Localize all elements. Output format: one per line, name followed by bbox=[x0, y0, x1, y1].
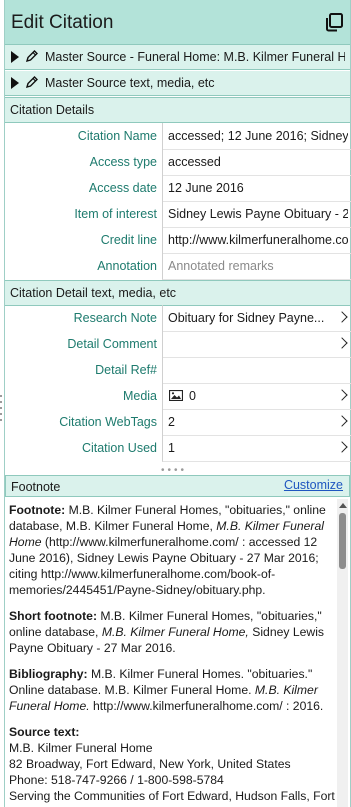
annotation-field[interactable]: Annotated remarks bbox=[162, 253, 351, 280]
bibliography-paragraph: Bibliography: M.B. Kilmer Funeral Homes.… bbox=[9, 667, 324, 713]
field-label: Research Note bbox=[73, 311, 157, 325]
image-icon bbox=[169, 390, 183, 401]
scroll-up-arrow-icon[interactable] bbox=[339, 503, 347, 508]
field-label: Detail Comment bbox=[67, 337, 157, 351]
media-field[interactable]: 0 bbox=[162, 383, 351, 410]
master-source-media-row[interactable]: Master Source text, media, etc bbox=[5, 71, 350, 96]
annotation-row[interactable]: Annotation Annotated remarks bbox=[5, 253, 351, 280]
item-of-interest-row[interactable]: Item of interest Sidney Lewis Payne Obit… bbox=[5, 201, 351, 228]
footnote-scrollbar[interactable] bbox=[337, 499, 348, 807]
chevron-right-icon[interactable] bbox=[336, 337, 348, 349]
footnote-text-area[interactable]: Footnote: M.B. Kilmer Funeral Homes, "ob… bbox=[5, 497, 335, 807]
field-label: Media bbox=[122, 389, 157, 403]
edit-pencil-icon[interactable] bbox=[25, 49, 39, 63]
field-label: Citation WebTags bbox=[59, 415, 157, 429]
panel-header: Edit Citation bbox=[5, 0, 350, 45]
edit-pencil-icon[interactable] bbox=[25, 75, 39, 89]
detail-ref-row[interactable]: Detail Ref# bbox=[5, 357, 351, 384]
citation-webtags-field[interactable]: 2 bbox=[162, 409, 351, 436]
short-footnote-paragraph: Short footnote: M.B. Kilmer Funeral Home… bbox=[9, 609, 325, 655]
customize-link[interactable]: Customize bbox=[284, 478, 343, 492]
detail-comment-field[interactable] bbox=[162, 331, 351, 358]
detail-ref-field[interactable] bbox=[162, 357, 351, 384]
field-label: Access type bbox=[89, 155, 157, 169]
scrollbar-thumb[interactable] bbox=[339, 513, 346, 569]
field-label: Citation Name bbox=[77, 129, 157, 143]
access-type-row[interactable]: Access type accessed bbox=[5, 149, 351, 176]
citation-name-field[interactable]: accessed; 12 June 2016; Sidney Le bbox=[162, 123, 351, 150]
footnote-header-label: Footnote bbox=[11, 480, 61, 494]
item-of-interest-field[interactable]: Sidney Lewis Payne Obituary - 27 bbox=[162, 201, 351, 228]
footnote-paragraph: Footnote: M.B. Kilmer Funeral Homes, "ob… bbox=[9, 503, 326, 597]
field-label: Credit line bbox=[100, 233, 157, 247]
field-label: Item of interest bbox=[74, 207, 157, 221]
access-date-field[interactable]: 12 June 2016 bbox=[162, 175, 351, 202]
citation-used-field[interactable]: 1 bbox=[162, 435, 351, 462]
field-label: Citation Used bbox=[81, 441, 157, 455]
chevron-right-icon[interactable] bbox=[336, 311, 348, 323]
citation-name-row[interactable]: Citation Name accessed; 12 June 2016; Si… bbox=[5, 123, 351, 150]
citation-details-header: Citation Details bbox=[5, 97, 350, 123]
footnote-header: Footnote Customize bbox=[5, 475, 350, 497]
detail-comment-row[interactable]: Detail Comment bbox=[5, 331, 351, 358]
field-label: Annotation bbox=[97, 259, 157, 273]
media-row[interactable]: Media 0 bbox=[5, 383, 351, 410]
edit-citation-panel: Edit Citation Master Source - Funeral Ho… bbox=[4, 0, 351, 807]
citation-detail-media-header: Citation Detail text, media, etc bbox=[5, 280, 350, 306]
source-text-paragraph: Source text: M.B. Kilmer Funeral Home 82 B… bbox=[9, 725, 335, 803]
panel-resize-grip[interactable] bbox=[0, 395, 3, 425]
research-note-row[interactable]: Research Note Obituary for Sidney Payne.… bbox=[5, 305, 351, 332]
master-source-label: Master Source - Funeral Home: M.B. Kilme… bbox=[45, 50, 345, 64]
field-label: Access date bbox=[88, 181, 157, 195]
citation-webtags-row[interactable]: Citation WebTags 2 bbox=[5, 409, 351, 436]
field-label: Detail Ref# bbox=[95, 363, 157, 377]
master-source-media-label: Master Source text, media, etc bbox=[45, 76, 215, 90]
access-date-row[interactable]: Access date 12 June 2016 bbox=[5, 175, 351, 202]
citation-used-row[interactable]: Citation Used 1 bbox=[5, 435, 351, 462]
expand-triangle-icon[interactable] bbox=[11, 51, 19, 63]
expand-triangle-icon[interactable] bbox=[11, 77, 19, 89]
credit-line-field[interactable]: http://www.kilmerfuneralhome.com bbox=[162, 227, 351, 254]
master-source-row[interactable]: Master Source - Funeral Home: M.B. Kilme… bbox=[5, 45, 350, 70]
copy-icon[interactable] bbox=[324, 12, 344, 32]
access-type-field[interactable]: accessed bbox=[162, 149, 351, 176]
panel-title: Edit Citation bbox=[11, 12, 114, 33]
credit-line-row[interactable]: Credit line http://www.kilmerfuneralhome… bbox=[5, 227, 351, 254]
research-note-field[interactable]: Obituary for Sidney Payne... bbox=[162, 305, 351, 332]
